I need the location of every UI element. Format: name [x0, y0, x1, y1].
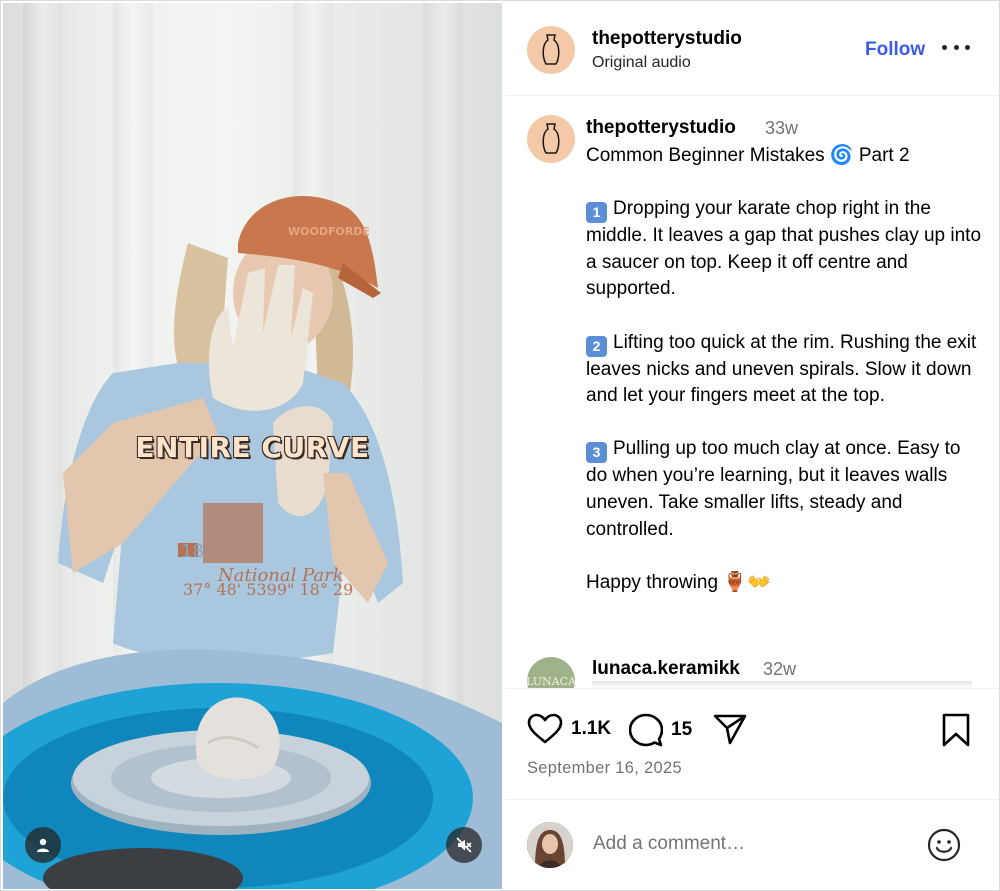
caption-item: 2 Lifting too quick at the rim. Rushing t…	[586, 330, 986, 410]
save-button[interactable]	[941, 713, 971, 747]
caption-item-text: Pulling up too much clay at once. Easy t…	[586, 438, 961, 540]
audio-label[interactable]: Original audio	[592, 54, 691, 72]
comment-count[interactable]: 15	[671, 719, 692, 741]
video-player[interactable]: 37° 48' 5399" 18° 29' 5 18 National Park…	[3, 3, 502, 889]
add-comment-input[interactable]	[593, 828, 913, 860]
add-comment-bar	[503, 799, 999, 889]
svg-text:National Park: National Park	[217, 565, 344, 586]
ellipsis-icon	[965, 44, 970, 50]
post-details-panel: thepotterystudio Original audio Follow t…	[503, 3, 999, 889]
bookmark-icon	[942, 713, 970, 747]
emoji-picker-button[interactable]	[927, 828, 961, 862]
svg-text:WOODFORDE: WOODFORDE	[288, 225, 370, 238]
smiley-icon	[927, 828, 961, 862]
caption-author-avatar[interactable]	[527, 115, 575, 163]
author-avatar[interactable]	[527, 26, 575, 74]
commenter-username[interactable]: lunaca.keramikk	[592, 658, 740, 680]
profile-photo	[527, 822, 573, 868]
ellipsis-icon	[942, 44, 947, 50]
paper-plane-icon	[713, 714, 747, 745]
comment-text-clipped	[592, 681, 972, 688]
vase-icon	[542, 34, 560, 65]
like-count[interactable]: 1.1K	[571, 718, 611, 740]
follow-button[interactable]: Follow	[865, 39, 925, 61]
caption-item: 1 Dropping your karate chop right in the …	[586, 196, 986, 303]
post-date[interactable]: September 16, 2025	[527, 759, 682, 778]
caption-username[interactable]: thepotterystudio	[586, 117, 736, 139]
post-window: 37° 48' 5399" 18° 29' 5 18 National Park…	[0, 0, 1000, 891]
person-icon	[37, 838, 49, 852]
caption-item-text: Lifting too quick at the rim. Rushing th…	[586, 331, 977, 407]
caption-signoff: Happy throwing 🏺👐	[586, 571, 771, 593]
more-options-button[interactable]	[942, 37, 970, 57]
share-button[interactable]	[713, 713, 747, 745]
caption-item-text: Dropping your karate chop right in the m…	[586, 198, 982, 300]
ellipsis-icon	[953, 44, 959, 50]
comment-button[interactable]: 15	[629, 713, 692, 747]
mute-toggle-button[interactable]	[446, 827, 482, 863]
speaker-muted-icon	[456, 837, 472, 853]
comment-timestamp[interactable]: 32w	[763, 659, 796, 680]
vase-hands-emoji: 🏺👐	[723, 571, 771, 593]
caption-text: Common Beginner Mistakes 🌀 Part 2 1 Dropp…	[586, 143, 986, 596]
vase-icon	[542, 123, 560, 154]
keycap-number-icon: 3	[586, 442, 607, 464]
author-username[interactable]: thepotterystudio	[592, 28, 742, 50]
keycap-number-icon: 2	[586, 335, 607, 357]
heart-icon	[527, 713, 563, 744]
caption-item: 3 Pulling up too much clay at once. Easy …	[586, 436, 986, 543]
post-header: thepotterystudio Original audio Follow	[503, 3, 999, 96]
user-tags-button[interactable]	[25, 827, 61, 863]
action-bar: 1.1K 15 September 16, 2025	[503, 688, 999, 798]
keycap-number-icon: 1	[586, 202, 607, 224]
video-overlay-caption: ENTIRE CURVE	[135, 431, 370, 464]
caption-title: Common Beginner Mistakes 🌀 Part 2	[586, 145, 910, 166]
comments-scroll-area[interactable]: thepotterystudio 33w Common Beginner Mis…	[503, 97, 999, 688]
like-button[interactable]: 1.1K	[527, 713, 611, 745]
caption-timestamp[interactable]: 33w	[765, 118, 798, 139]
comment-bubble-icon	[629, 713, 663, 747]
svg-text:18: 18	[181, 541, 204, 562]
commenter-avatar[interactable]: LUNACA	[526, 657, 576, 688]
current-user-avatar[interactable]	[527, 822, 573, 868]
